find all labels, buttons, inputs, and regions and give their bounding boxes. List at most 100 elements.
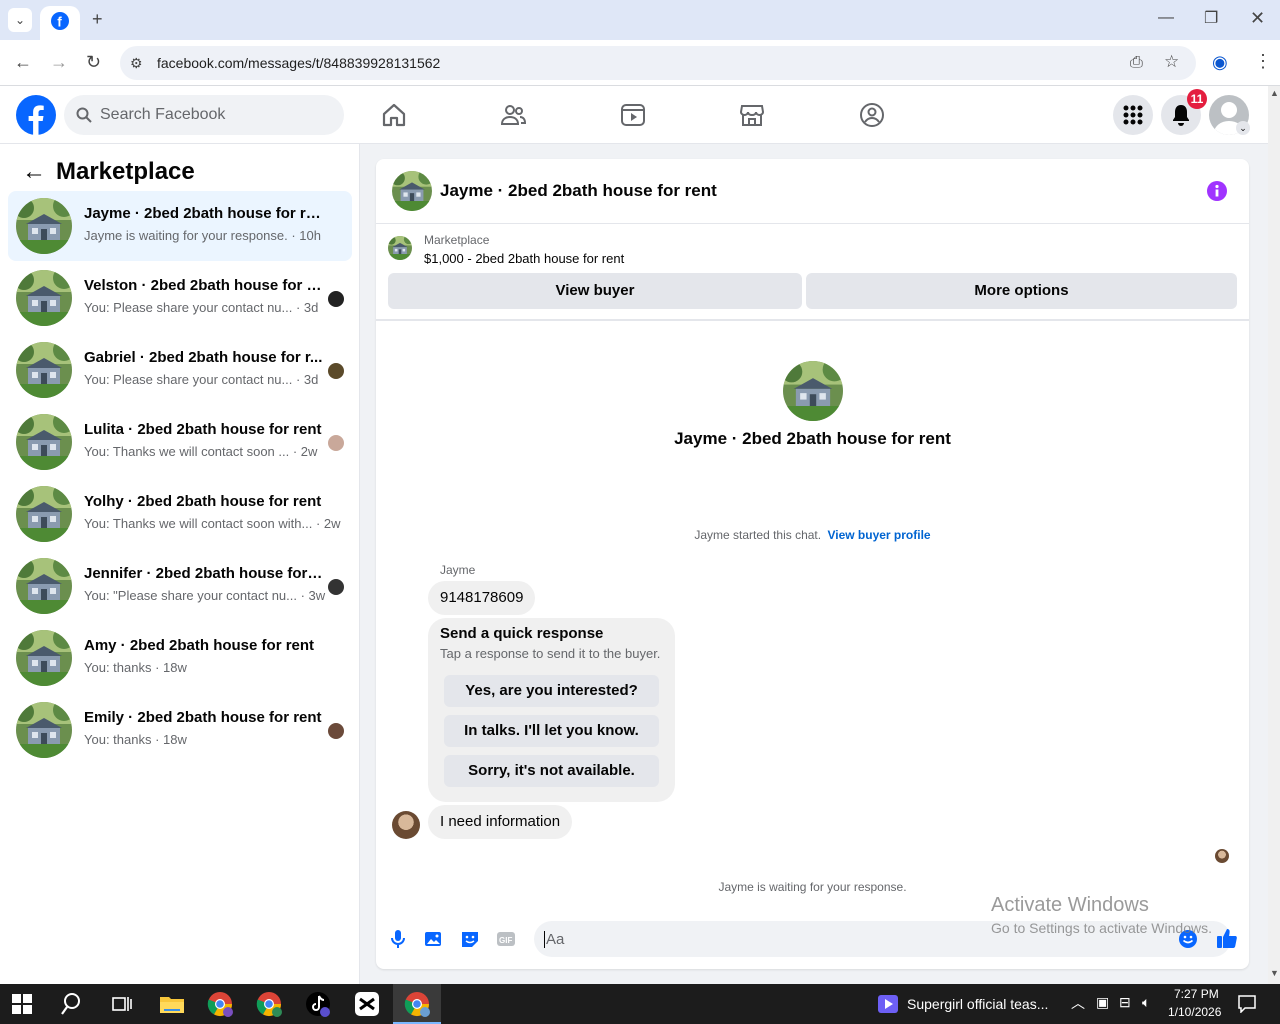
sticker-icon[interactable] (460, 929, 480, 949)
conversation-avatar (16, 702, 72, 758)
message-bubble[interactable]: I need information (428, 805, 573, 839)
conversation-preview: You: Thanks we will contact soon with...… (84, 516, 341, 531)
view-buyer-button[interactable]: View buyer (388, 273, 802, 309)
volume-icon[interactable]: 🔈︎ (1142, 994, 1150, 1011)
conversation-avatar (16, 630, 72, 686)
video-icon[interactable] (620, 102, 646, 128)
gif-icon[interactable]: GIF (496, 929, 516, 949)
conversation-name: Jennifer · 2bed 2bath house for ... (84, 565, 324, 582)
house-photo (16, 486, 72, 542)
microphone-icon[interactable] (388, 929, 408, 949)
seen-avatar (1215, 849, 1229, 863)
quick-response-button[interactable]: In talks. I'll let you know. (444, 715, 659, 747)
clock-time[interactable]: 7:27 PM (1174, 987, 1219, 1001)
friends-icon[interactable] (500, 102, 526, 128)
scroll-up-arrow-icon[interactable]: ▲ (1270, 88, 1279, 98)
svg-text:GIF: GIF (499, 936, 512, 945)
more-options-button[interactable]: More options (806, 273, 1237, 309)
account-chevron-icon[interactable]: ⌄ (1236, 121, 1250, 135)
notifications-button[interactable]: 11 (1161, 89, 1207, 135)
reload-icon[interactable]: ↻ (86, 53, 101, 71)
conversation-preview: You: Please share your contact nu... · 3… (84, 372, 319, 387)
chat-title[interactable]: Jayme · 2bed 2bath house for rent (440, 181, 717, 201)
quick-response-button[interactable]: Yes, are you interested? (444, 675, 659, 707)
tray-chevron-icon[interactable]: ︿ (1071, 993, 1085, 1013)
tray-device-icon[interactable]: ▣ (1096, 994, 1109, 1011)
capcut-icon[interactable] (353, 990, 381, 1018)
home-icon[interactable] (381, 102, 407, 128)
message-bubble[interactable]: 9148178609 (428, 581, 536, 615)
chrome-icon[interactable] (206, 990, 234, 1018)
conversation-item[interactable]: Jayme · 2bed 2bath house for rent Jayme i… (8, 191, 352, 261)
close-window-icon[interactable]: ✕ (1250, 9, 1265, 27)
conversation-preview: You: "Please share your contact nu... · … (84, 588, 326, 603)
site-settings-icon[interactable]: ⚙ (130, 55, 143, 71)
activate-windows-subtitle: Go to Settings to activate Windows. (991, 920, 1212, 936)
back-arrow-icon[interactable]: ← (22, 158, 46, 186)
marketplace-icon[interactable] (739, 102, 765, 128)
restore-icon[interactable]: ❐ (1204, 11, 1218, 27)
conversation-avatar (16, 414, 72, 470)
house-photo (16, 414, 72, 470)
conversation-item[interactable]: Emily · 2bed 2bath house for rent You: th… (8, 695, 352, 765)
chrome-profile-icon[interactable] (255, 990, 283, 1018)
task-view-icon[interactable] (108, 990, 136, 1018)
conversation-name: Amy · 2bed 2bath house for rent (84, 637, 315, 654)
house-photo (16, 630, 72, 686)
chat-started-line: Jayme started this chat. View buyer prof… (376, 528, 1249, 542)
browser-menu-icon[interactable]: ⋮ (1254, 52, 1272, 70)
windows-start-icon[interactable] (12, 994, 32, 1014)
network-icon[interactable]: ⊟ (1119, 994, 1131, 1011)
search-icon (76, 107, 92, 123)
back-icon[interactable]: ← (14, 53, 32, 71)
gaming-icon[interactable] (859, 102, 885, 128)
tab-search-chevron-icon[interactable]: ⌄ (8, 8, 32, 32)
grid-icon (1123, 105, 1143, 125)
quick-response-button[interactable]: Sorry, it's not available. (444, 755, 659, 787)
browser-tab[interactable]: f (40, 6, 80, 40)
view-buyer-profile-link[interactable]: View buyer profile (827, 528, 930, 542)
facebook-logo-icon[interactable] (16, 95, 56, 135)
taskbar-search-icon[interactable] (60, 990, 88, 1018)
conversation-name: Lulita · 2bed 2bath house for rent (84, 421, 322, 438)
scroll-down-arrow-icon[interactable]: ▼ (1270, 968, 1279, 978)
chat-avatar[interactable] (392, 171, 432, 211)
read-receipt-avatar (328, 723, 344, 739)
page-scrollbar[interactable]: ▲ ▼ (1268, 86, 1280, 984)
photo-icon[interactable] (424, 929, 444, 949)
svg-text:f: f (57, 14, 62, 29)
chat-panel: Jayme · 2bed 2bath house for rent Market… (376, 159, 1249, 969)
listing-price[interactable]: $1,000 - 2bed 2bath house for rent (424, 251, 624, 266)
activate-windows-title: Activate Windows (991, 894, 1149, 916)
conversation-item[interactable]: Amy · 2bed 2bath house for rent You: than… (8, 623, 352, 693)
conversation-item[interactable]: Gabriel · 2bed 2bath house for r... You: … (8, 335, 352, 405)
file-explorer-icon[interactable] (158, 990, 186, 1018)
minimize-icon[interactable]: — (1158, 10, 1174, 26)
chat-started-text: Jayme started this chat. (694, 528, 822, 542)
omnibox[interactable]: ⚙ facebook.com/messages/t/84883992813156… (120, 46, 1196, 80)
notifications-center-icon[interactable] (1238, 995, 1256, 1013)
chrome-active-icon[interactable] (403, 990, 431, 1018)
profile-icon[interactable]: ◉ (1212, 53, 1228, 71)
tiktok-app-icon[interactable] (304, 990, 332, 1018)
conversation-item[interactable]: Jennifer · 2bed 2bath house for ... You: … (8, 551, 352, 621)
conversation-item[interactable]: Yolhy · 2bed 2bath house for rent You: Th… (8, 479, 352, 549)
forward-icon[interactable]: → (50, 53, 68, 71)
house-photo (16, 198, 72, 254)
conversation-name: Emily · 2bed 2bath house for rent (84, 709, 322, 726)
listing-thumbnail[interactable] (388, 236, 412, 260)
media-play-icon[interactable] (878, 995, 898, 1013)
info-icon[interactable] (1207, 181, 1227, 201)
install-app-icon[interactable]: ⎙ (1130, 55, 1143, 71)
url-text[interactable]: facebook.com/messages/t/848839928131562 (157, 55, 440, 71)
search-input[interactable]: Search Facebook (64, 95, 344, 135)
bookmark-star-icon[interactable]: ☆ (1164, 53, 1179, 70)
conversation-item[interactable]: Velston · 2bed 2bath house for r... You: … (8, 263, 352, 333)
new-tab-icon[interactable]: + (92, 10, 103, 28)
buyer-avatar (392, 811, 420, 839)
menu-grid-button[interactable] (1113, 95, 1153, 135)
media-title[interactable]: Supergirl official teas... (907, 996, 1048, 1012)
clock-date[interactable]: 1/10/2026 (1168, 1005, 1221, 1019)
facebook-icon: f (51, 12, 69, 30)
conversation-item[interactable]: Lulita · 2bed 2bath house for rent You: T… (8, 407, 352, 477)
